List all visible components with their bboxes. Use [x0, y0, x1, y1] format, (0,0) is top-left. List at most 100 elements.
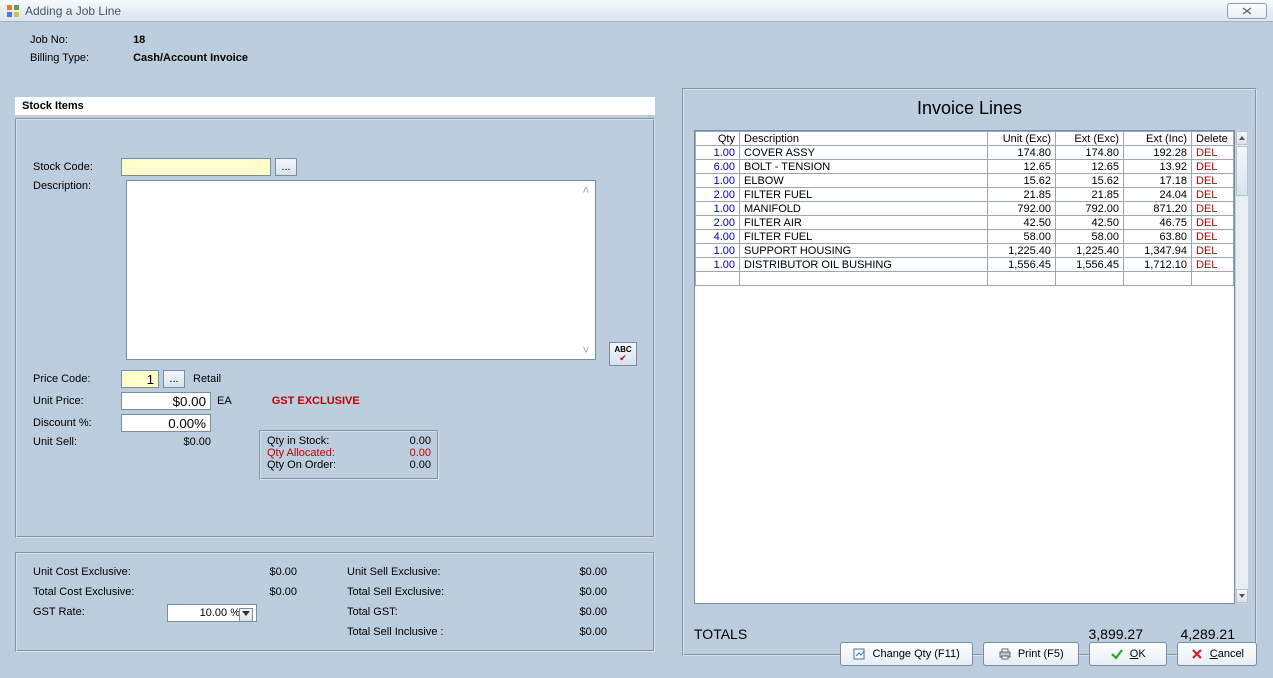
- cell-desc: FILTER FUEL: [740, 230, 988, 244]
- cell-unit-exc: 12.65: [988, 160, 1056, 174]
- gst-rate-label: GST Rate:: [33, 606, 183, 618]
- cell-unit-exc: 174.80: [988, 146, 1056, 160]
- scroll-thumb[interactable]: [1236, 146, 1248, 196]
- col-unit-exc[interactable]: Unit (Exc): [988, 132, 1056, 146]
- table-row[interactable]: 1.00DISTRIBUTOR OIL BUSHING1,556.451,556…: [696, 258, 1234, 272]
- cell-unit-exc: 1,225.40: [988, 244, 1056, 258]
- cell-delete[interactable]: DEL: [1192, 160, 1234, 174]
- cell-ext-exc: 21.85: [1056, 188, 1124, 202]
- jobno-label: Job No:: [30, 34, 130, 46]
- table-row[interactable]: 4.00FILTER FUEL58.0058.0063.80DEL: [696, 230, 1234, 244]
- cancel-button[interactable]: Cancel: [1177, 642, 1257, 666]
- cell-qty: 2.00: [696, 188, 740, 202]
- unit-price-uom: EA: [217, 395, 232, 407]
- cell-unit-exc: 58.00: [988, 230, 1056, 244]
- window-close-button[interactable]: [1227, 3, 1267, 19]
- col-description[interactable]: Description: [740, 132, 988, 146]
- table-row[interactable]: 1.00COVER ASSY174.80174.80192.28DEL: [696, 146, 1234, 160]
- cell-delete[interactable]: DEL: [1192, 146, 1234, 160]
- table-row[interactable]: 6.00BOLT - TENSION12.6512.6513.92DEL: [696, 160, 1234, 174]
- cell-ext-exc: 1,556.45: [1056, 258, 1124, 272]
- billingtype-value: Cash/Account Invoice: [133, 52, 248, 64]
- cell-desc: FILTER FUEL: [740, 188, 988, 202]
- qty-allocated-label: Qty Allocated:: [267, 447, 335, 459]
- app-icon: [6, 4, 20, 18]
- unit-sell-excl-value: $0.00: [517, 566, 607, 578]
- cell-ext-exc: 42.50: [1056, 216, 1124, 230]
- title-bar: Adding a Job Line: [0, 0, 1273, 22]
- cell-ext-inc: 17.18: [1124, 174, 1192, 188]
- gst-rate-select[interactable]: 10.00 %: [167, 604, 257, 622]
- stock-code-input[interactable]: [121, 158, 271, 176]
- invoice-lines-title: Invoice Lines: [694, 98, 1245, 119]
- cell-delete[interactable]: DEL: [1192, 258, 1234, 272]
- invoice-scrollbar[interactable]: [1235, 130, 1249, 604]
- stock-code-browse-button[interactable]: ...: [275, 158, 297, 176]
- ok-button[interactable]: OK: [1089, 642, 1167, 666]
- check-icon: ✔: [619, 354, 627, 362]
- qty-in-stock-value: 0.00: [410, 435, 431, 447]
- cell-desc: FILTER AIR: [740, 216, 988, 230]
- invoice-grid[interactable]: Qty Description Unit (Exc) Ext (Exc) Ext…: [694, 130, 1235, 604]
- table-row[interactable]: 1.00MANIFOLD792.00792.00871.20DEL: [696, 202, 1234, 216]
- cell-unit-exc: 792.00: [988, 202, 1056, 216]
- table-row[interactable]: 1.00SUPPORT HOUSING1,225.401,225.401,347…: [696, 244, 1234, 258]
- unit-sell-label: Unit Sell:: [33, 436, 121, 448]
- cell-ext-inc: 13.92: [1124, 160, 1192, 174]
- cell-qty: 6.00: [696, 160, 740, 174]
- col-qty[interactable]: Qty: [696, 132, 740, 146]
- description-textarea[interactable]: ˄ ˅: [126, 180, 596, 360]
- change-qty-button[interactable]: Change Qty (F11): [840, 642, 973, 666]
- discount-label: Discount %:: [33, 417, 121, 429]
- billingtype-label: Billing Type:: [30, 52, 130, 64]
- scroll-up-icon[interactable]: ˄: [579, 183, 593, 197]
- cell-unit-exc: 42.50: [988, 216, 1056, 230]
- table-row[interactable]: 1.00ELBOW15.6215.6217.18DEL: [696, 174, 1234, 188]
- unit-sell-excl-label: Unit Sell Exclusive:: [347, 566, 497, 578]
- unit-sell-value: $0.00: [121, 436, 211, 448]
- cell-ext-exc: 58.00: [1056, 230, 1124, 244]
- cell-qty: 4.00: [696, 230, 740, 244]
- total-sell-incl-value: $0.00: [517, 626, 607, 638]
- cell-ext-exc: 15.62: [1056, 174, 1124, 188]
- total-cost-excl-value: $0.00: [207, 586, 297, 598]
- cell-qty: 1.00: [696, 258, 740, 272]
- cell-desc: BOLT - TENSION: [740, 160, 988, 174]
- cell-delete[interactable]: DEL: [1192, 244, 1234, 258]
- cell-ext-inc: 1,347.94: [1124, 244, 1192, 258]
- total-cost-excl-label: Total Cost Exclusive:: [33, 586, 183, 598]
- scroll-down-icon[interactable]: ˅: [579, 343, 593, 357]
- unit-price-input[interactable]: [121, 392, 211, 410]
- cell-ext-exc: 12.65: [1056, 160, 1124, 174]
- cell-ext-exc: 792.00: [1056, 202, 1124, 216]
- table-row[interactable]: 2.00FILTER FUEL21.8521.8524.04DEL: [696, 188, 1234, 202]
- cell-delete[interactable]: DEL: [1192, 188, 1234, 202]
- cell-delete[interactable]: DEL: [1192, 174, 1234, 188]
- col-ext-exc[interactable]: Ext (Exc): [1056, 132, 1124, 146]
- scroll-down-button[interactable]: [1236, 589, 1248, 603]
- scroll-up-button[interactable]: [1236, 131, 1248, 145]
- jobno-value: 18: [133, 34, 145, 46]
- gst-exclusive-text: GST EXCLUSIVE: [272, 395, 360, 407]
- spellcheck-button[interactable]: ABC ✔: [609, 342, 637, 366]
- cell-delete[interactable]: DEL: [1192, 230, 1234, 244]
- discount-input[interactable]: [121, 414, 211, 432]
- col-delete[interactable]: Delete: [1192, 132, 1234, 146]
- cell-unit-exc: 15.62: [988, 174, 1056, 188]
- print-button[interactable]: Print (F5): [983, 642, 1079, 666]
- table-row[interactable]: 2.00FILTER AIR42.5042.5046.75DEL: [696, 216, 1234, 230]
- cancel-icon: [1190, 647, 1204, 661]
- total-gst-label: Total GST:: [347, 606, 497, 618]
- qty-box: Qty in Stock:0.00 Qty Allocated:0.00 Qty…: [259, 430, 439, 480]
- printer-icon: [998, 647, 1012, 661]
- tab-stock-items[interactable]: Stock Items: [15, 97, 655, 115]
- cell-qty: 1.00: [696, 244, 740, 258]
- cell-delete[interactable]: DEL: [1192, 202, 1234, 216]
- price-code-browse-button[interactable]: ...: [163, 370, 185, 388]
- col-ext-inc[interactable]: Ext (Inc): [1124, 132, 1192, 146]
- close-icon: [1242, 7, 1252, 15]
- description-label: Description:: [33, 180, 121, 192]
- cell-delete[interactable]: DEL: [1192, 216, 1234, 230]
- price-code-input[interactable]: [121, 370, 159, 388]
- cell-qty: 1.00: [696, 174, 740, 188]
